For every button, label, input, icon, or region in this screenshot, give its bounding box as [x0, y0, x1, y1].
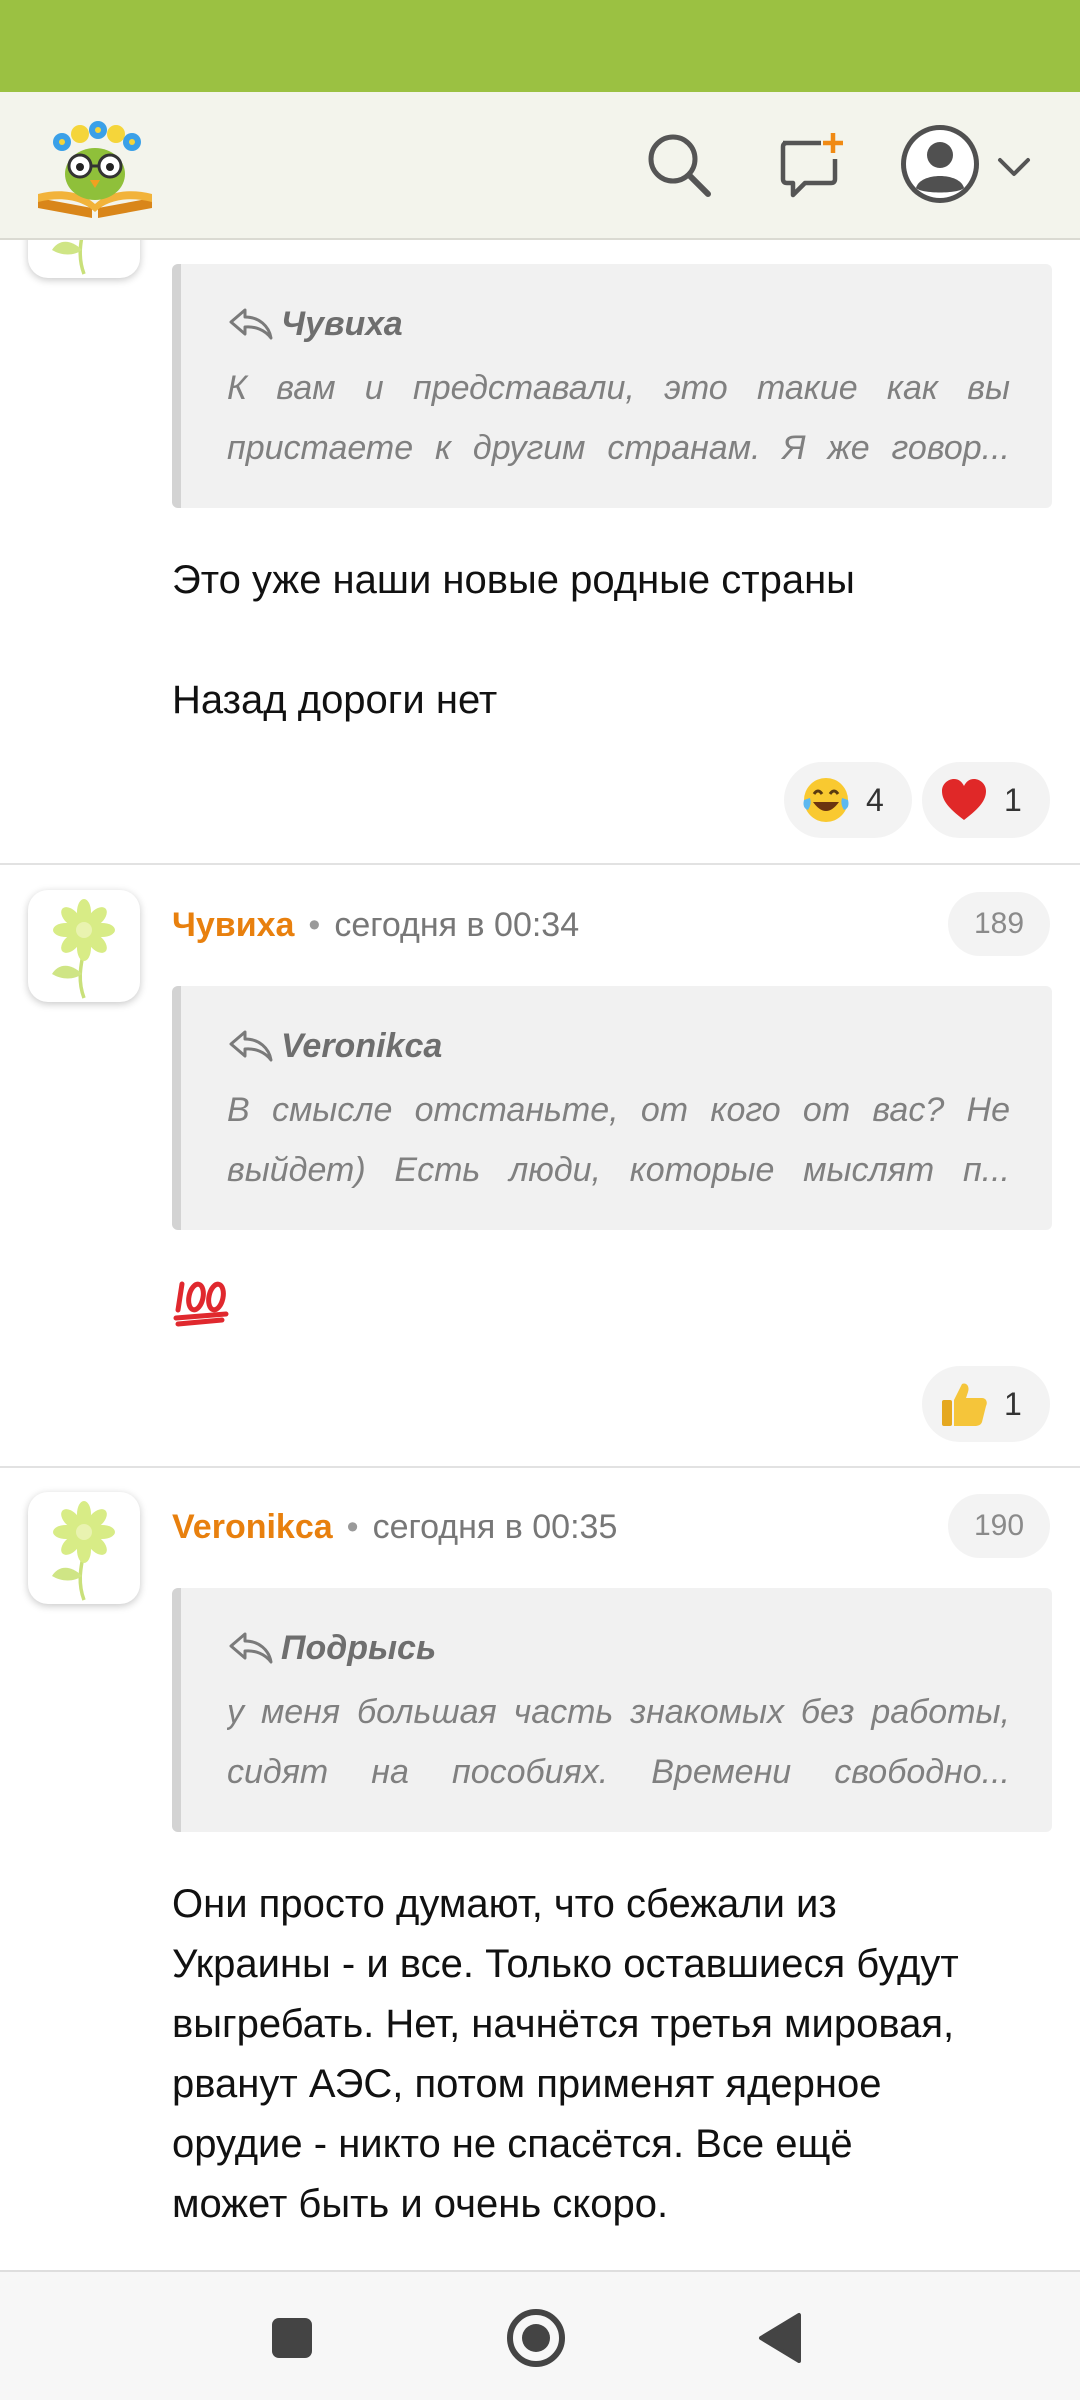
hundred-points-emoji-icon [172, 1270, 232, 1335]
chevron-down-icon [998, 158, 1030, 176]
quoted-reply[interactable]: Подрысь у меня большая часть знакомых бе… [172, 1588, 1052, 1832]
reaction-count: 1 [1004, 1385, 1022, 1422]
triangle-back-icon [759, 2313, 801, 2363]
commenter-avatar[interactable] [28, 240, 140, 278]
profile-menu-button[interactable] [898, 118, 1038, 210]
circle-home-icon [507, 2309, 565, 2367]
quoted-reply[interactable]: Veronikca В смысле отстаньте, от кого от… [172, 986, 1052, 1230]
app-header [0, 92, 1080, 240]
meta-separator: • [346, 1507, 359, 1546]
comment-text: Они просто думают, что сбежали из Украин… [172, 1874, 1052, 2234]
quote-text-line: сидят на пособиях. Времени свободно... [227, 1753, 1010, 1791]
reaction-count: 1 [1004, 781, 1022, 818]
comment-time: сегодня в 00:35 [372, 1507, 618, 1546]
quote-text-line: В смысле отстаньте, от кого от вас? Не [227, 1091, 1010, 1129]
comment-number[interactable]: 189 [948, 892, 1050, 956]
comment-text-line: Назад дороги нет [172, 678, 498, 722]
home-button[interactable] [498, 2300, 574, 2376]
status-bar [0, 0, 1080, 92]
comment-text-line [172, 610, 1052, 670]
owl-on-book-logo-icon[interactable] [32, 108, 158, 220]
quote-author: Чувиха [281, 304, 403, 343]
reaction-thumbs-up[interactable]: 1 [922, 1366, 1050, 1442]
thumbs-up-emoji-icon [942, 1383, 987, 1426]
reaction-laughing[interactable]: 4 [784, 762, 912, 838]
reply-arrow-icon [227, 1628, 275, 1668]
comment-text-line: рванут АЭС, потом применят ядерное [172, 2062, 882, 2106]
comment-meta: Veronikca • сегодня в 00:35 [172, 1502, 617, 1552]
comment-text-line: Они просто думают, что сбежали из [172, 1882, 837, 1926]
user-avatar-icon [901, 125, 979, 203]
reply-arrow-icon [227, 304, 275, 344]
reaction-heart[interactable]: 1 [922, 762, 1050, 838]
comment-separator [0, 1466, 1080, 1468]
comment-text-line: Это уже наши новые родные страны [172, 558, 855, 602]
commenter-avatar[interactable] [28, 1492, 140, 1604]
laughing-tears-emoji-icon [803, 778, 849, 822]
comment-separator [0, 863, 1080, 865]
comment-text-line: Украины - и все. Только оставшиеся будут [172, 1942, 959, 1986]
comment-author[interactable]: Чувиха [172, 906, 294, 945]
comment-text-line: выгребать. Нет, начнётся третья мировая, [172, 2002, 955, 2046]
comment-number[interactable]: 190 [948, 1494, 1050, 1558]
quote-text-line: выйдет) Есть люди, которые мыслят п... [227, 1151, 1010, 1189]
commenter-avatar[interactable] [28, 890, 140, 1002]
reaction-count: 4 [866, 781, 884, 818]
comment-text-line: может быть и очень скоро. [172, 2182, 669, 2226]
quoted-reply[interactable]: Чувиха К вам и представали, это такие ка… [172, 264, 1052, 508]
new-message-plus-icon [780, 133, 843, 198]
square-recents-icon [272, 2318, 312, 2358]
recents-button[interactable] [254, 2300, 330, 2376]
quote-author: Подрысь [281, 1628, 437, 1667]
meta-separator: • [308, 905, 321, 944]
comments-feed[interactable]: Чувиха К вам и представали, это такие ка… [0, 240, 1080, 2270]
reply-arrow-icon [227, 1026, 275, 1066]
red-heart-emoji-icon [942, 779, 986, 820]
quote-text-line: у меня большая часть знакомых без работы… [227, 1693, 1010, 1731]
search-icon [648, 134, 711, 197]
quote-text-line: К вам и представали, это такие как вы [227, 369, 1010, 407]
search-button[interactable] [636, 122, 722, 208]
comment-text-line: орудие - никто не спасётся. Все ещё [172, 2122, 853, 2166]
quote-text-line: пристаете к другим странам. Я же говор..… [227, 429, 1010, 467]
back-button[interactable] [742, 2300, 818, 2376]
comment-meta: Чувиха • сегодня в 00:34 [172, 900, 579, 950]
comment-author[interactable]: Veronikca [172, 1508, 333, 1547]
comment-text: Это уже наши новые родные страны Назад д… [172, 550, 1052, 730]
system-navigation-bar [0, 2270, 1080, 2400]
quote-author: Veronikca [281, 1026, 443, 1065]
comment-time: сегодня в 00:34 [334, 905, 580, 944]
new-post-button[interactable] [768, 122, 854, 208]
